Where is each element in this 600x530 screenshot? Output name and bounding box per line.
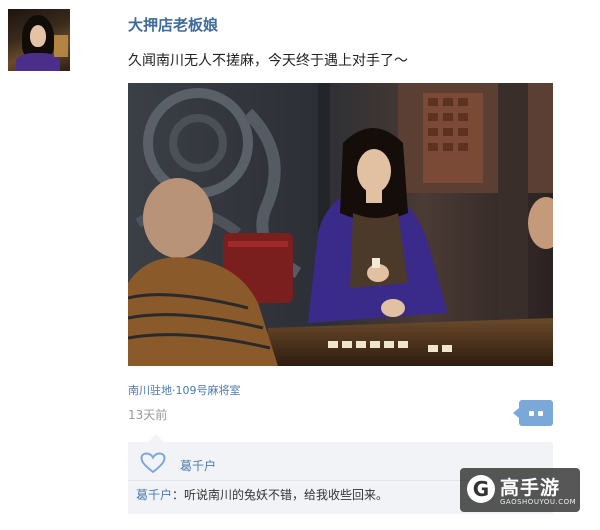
post-username[interactable]: 大押店老板娘: [128, 14, 218, 35]
watermark-logo-icon: G: [467, 475, 495, 503]
user-avatar[interactable]: [8, 9, 70, 71]
post-photo-illustration: [128, 83, 553, 366]
post-text: 久闻南川无人不搓麻，今天终于遇上对手了～: [128, 53, 408, 69]
post-location-link[interactable]: 南川驻地·109号麻将室: [128, 382, 241, 398]
avatar-face: [30, 25, 46, 47]
comment-dot: [538, 411, 543, 416]
avatar-lamp: [54, 35, 68, 57]
watermark-name: 高手游: [500, 477, 561, 499]
comment-separator: ：: [172, 488, 185, 502]
post-time: 13天前: [128, 408, 168, 422]
watermark-url: GAOSHOUYOU.COM: [500, 498, 577, 506]
site-watermark: G 高手游 GAOSHOUYOU.COM: [460, 468, 580, 512]
comment-bubble-icon[interactable]: [513, 400, 553, 426]
comment-item[interactable]: 葛千户：听说南川的兔妖不错，给我收些回来。: [136, 486, 388, 503]
comment-dot: [529, 411, 534, 416]
heart-icon[interactable]: [140, 452, 166, 474]
comment-text: 听说南川的兔妖不错，给我收些回来。: [184, 488, 389, 502]
like-user-name[interactable]: 葛千户: [180, 457, 216, 474]
post-photo[interactable]: [128, 83, 553, 366]
comment-author[interactable]: 葛千户: [136, 488, 172, 502]
